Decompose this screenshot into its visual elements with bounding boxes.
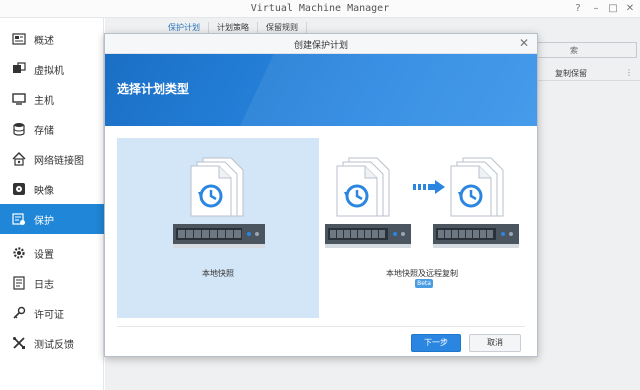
overview-icon (12, 32, 26, 46)
window-titlebar: Virtual Machine Manager ? – □ ✕ (0, 0, 640, 18)
dialog-title: 创建保护计划 (293, 41, 348, 51)
test-feedback-icon (12, 336, 26, 350)
close-icon[interactable]: ✕ (519, 36, 529, 50)
snapshot-file-icon (336, 157, 390, 217)
minimize-icon[interactable]: – (590, 3, 602, 15)
replication-arrow-icon (413, 180, 445, 194)
sidebar-item-label: 测试反馈 (34, 339, 74, 351)
nas-server-icon (325, 224, 411, 248)
sidebar-item-protection[interactable]: 保护 (0, 204, 104, 234)
remote-nas-server-icon (433, 224, 519, 248)
next-button[interactable]: 下一步 (411, 334, 461, 352)
option-label: 本地快照 (202, 269, 234, 278)
sidebar-item-label: 存储 (34, 125, 54, 137)
close-icon[interactable]: ✕ (624, 3, 636, 15)
footer-divider (117, 326, 525, 327)
storage-icon (12, 122, 26, 136)
nas-server-icon (173, 224, 265, 248)
sidebar-item-label: 保护 (34, 215, 54, 227)
option-local-snapshot-remote-replication[interactable]: 本地快照及远程复制 (321, 138, 523, 318)
dialog-titlebar: 创建保护计划 ✕ (105, 34, 537, 54)
sidebar-item-label: 映像 (34, 185, 54, 197)
log-icon (12, 276, 26, 290)
virtual-machine-icon (12, 62, 26, 76)
banner-title: 选择计划类型 (117, 82, 190, 96)
sidebar-item-network[interactable]: 网络链接图 (0, 144, 104, 174)
sidebar-item-virtual-machine[interactable]: 虚拟机 (0, 54, 104, 84)
sidebar-item-license[interactable]: 许可证 (0, 298, 104, 328)
sidebar-item-label: 日志 (34, 279, 54, 291)
sidebar-item-log[interactable]: 日志 (0, 268, 104, 298)
sidebar-item-label: 主机 (34, 95, 54, 107)
snapshot-file-icon (450, 157, 504, 217)
license-key-icon (12, 306, 26, 320)
option-local-snapshot[interactable]: 本地快照 (117, 138, 319, 318)
gear-icon (12, 246, 26, 260)
option-label: 本地快照及远程复制 (386, 269, 458, 278)
image-icon (12, 182, 26, 196)
sidebar: 概述 虚拟机 主机 存储 网络链接图 映像 保护 设置 日志 许可证 测试反馈 (0, 18, 104, 390)
sidebar-item-label: 许可证 (34, 309, 64, 321)
maximize-icon[interactable]: □ (607, 3, 619, 15)
sidebar-item-label: 概述 (34, 35, 54, 47)
sidebar-item-overview[interactable]: 概述 (0, 24, 104, 54)
beta-badge: Beta (415, 279, 433, 288)
sidebar-item-storage[interactable]: 存储 (0, 114, 104, 144)
app-title: Virtual Machine Manager (250, 3, 390, 14)
sidebar-item-label: 虚拟机 (34, 65, 64, 77)
sidebar-item-settings[interactable]: 设置 (0, 238, 104, 268)
sidebar-item-image[interactable]: 映像 (0, 174, 104, 204)
sidebar-item-label: 网络链接图 (34, 155, 84, 167)
host-icon (12, 92, 26, 106)
cancel-button[interactable]: 取消 (469, 334, 521, 352)
sidebar-item-label: 设置 (34, 249, 54, 261)
sidebar-item-host[interactable]: 主机 (0, 84, 104, 114)
help-icon[interactable]: ? (572, 3, 584, 15)
snapshot-file-icon (190, 157, 244, 217)
sidebar-item-test-feedback[interactable]: 测试反馈 (0, 328, 104, 358)
network-icon (12, 152, 26, 166)
create-protection-plan-dialog: 创建保护计划 ✕ 选择计划类型 本地快照 本地快照及远程复制 Beta 下一步 … (104, 33, 538, 357)
protection-icon (12, 212, 26, 226)
dialog-banner: 选择计划类型 (105, 54, 537, 126)
